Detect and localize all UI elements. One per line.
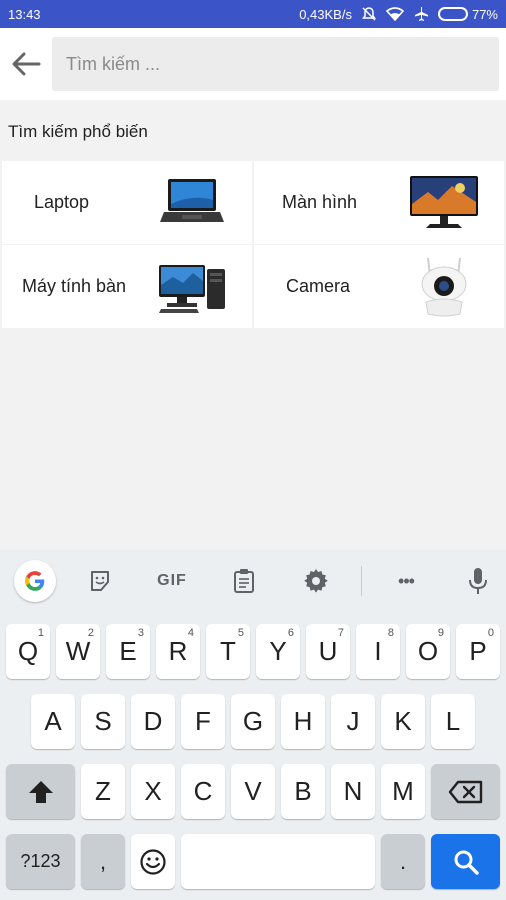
key-y[interactable]: Y6 xyxy=(256,624,300,679)
key-o[interactable]: O9 xyxy=(406,624,450,679)
desktop-pc-image xyxy=(156,257,228,317)
google-button[interactable] xyxy=(14,560,56,602)
key-v[interactable]: V xyxy=(231,764,275,819)
emoji-key[interactable] xyxy=(131,834,175,889)
gear-icon xyxy=(304,569,328,593)
battery-icon: 77% xyxy=(437,6,498,22)
emoji-icon xyxy=(140,848,166,875)
search-input[interactable] xyxy=(66,53,499,75)
item-label: Camera xyxy=(286,276,351,296)
sticker-button[interactable] xyxy=(80,561,120,601)
google-icon xyxy=(25,571,45,591)
key-q[interactable]: Q1 xyxy=(6,624,50,679)
key-j[interactable]: J xyxy=(331,694,375,749)
airplane-icon xyxy=(413,6,429,22)
key-s[interactable]: S xyxy=(81,694,125,749)
popular-searches: Tìm kiếm phổ biến Laptop Màn hình Máy tí… xyxy=(0,106,506,330)
key-i[interactable]: I8 xyxy=(356,624,400,679)
gif-button[interactable]: GIF xyxy=(150,561,194,601)
wifi-icon xyxy=(385,7,404,21)
key-l[interactable]: L xyxy=(431,694,475,749)
key-m[interactable]: M xyxy=(381,764,425,819)
search-box[interactable] xyxy=(52,37,499,91)
settings-button[interactable] xyxy=(296,561,336,601)
key-f[interactable]: F xyxy=(181,694,225,749)
backspace-key[interactable] xyxy=(431,764,500,819)
toolbar-divider xyxy=(361,566,362,596)
gif-label: GIF xyxy=(157,572,187,589)
status-icons: 0,43KB/s 77% xyxy=(299,6,498,22)
clipboard-icon xyxy=(234,569,254,593)
item-label: Màn hình xyxy=(282,192,358,212)
key-d[interactable]: D xyxy=(131,694,175,749)
item-label: Máy tính bàn xyxy=(22,276,127,296)
clipboard-button[interactable] xyxy=(224,561,264,601)
search-header xyxy=(0,28,506,100)
arrow-left-icon xyxy=(12,52,41,76)
shift-key[interactable] xyxy=(6,764,75,819)
section-title: Tìm kiếm phổ biến xyxy=(8,122,148,141)
key-k[interactable]: K xyxy=(381,694,425,749)
soft-keyboard: GIF ••• Q 1 W 2 E 3 R 4 T 5 Y 6 U 7 I 8 … xyxy=(0,550,506,900)
item-label: Laptop xyxy=(34,192,90,212)
popular-item-monitor[interactable]: Màn hình xyxy=(254,161,504,244)
mic-icon xyxy=(469,568,487,594)
key-z[interactable]: Z xyxy=(81,764,125,819)
key-g[interactable]: G xyxy=(231,694,275,749)
search-icon xyxy=(454,850,479,875)
shift-icon xyxy=(28,780,53,803)
popular-item-desktop-pc[interactable]: Máy tính bàn xyxy=(2,245,252,328)
popular-grid: Laptop Màn hình Máy tính bàn Camera xyxy=(2,161,504,328)
key-a[interactable]: A xyxy=(31,694,75,749)
sticker-icon xyxy=(91,571,109,591)
key-c[interactable]: C xyxy=(181,764,225,819)
key-t[interactable]: T5 xyxy=(206,624,250,679)
key-b[interactable]: B xyxy=(281,764,325,819)
search-action-key[interactable] xyxy=(431,834,500,889)
key-r[interactable]: R4 xyxy=(156,624,200,679)
key-x[interactable]: X xyxy=(131,764,175,819)
network-speed: 0,43KB/s xyxy=(299,6,352,22)
laptop-image xyxy=(156,173,228,233)
key-p[interactable]: P0 xyxy=(456,624,500,679)
security-camera-image xyxy=(408,257,480,317)
status-time: 13:43 xyxy=(8,6,41,22)
popular-item-camera[interactable]: Camera xyxy=(254,245,504,328)
period-key[interactable]: . xyxy=(381,834,425,889)
popular-item-laptop[interactable]: Laptop xyxy=(2,161,252,244)
more-button[interactable]: ••• xyxy=(386,561,426,601)
key-e[interactable]: E3 xyxy=(106,624,150,679)
key-u[interactable]: U7 xyxy=(306,624,350,679)
monitor-image xyxy=(408,173,480,233)
backspace-icon xyxy=(448,780,482,803)
back-button[interactable] xyxy=(0,28,52,100)
key-w[interactable]: W2 xyxy=(56,624,100,679)
comma-key[interactable]: , xyxy=(81,834,125,889)
space-key[interactable] xyxy=(181,834,375,889)
voice-input-button[interactable] xyxy=(458,561,498,601)
battery-percent: 77% xyxy=(471,6,498,22)
key-n[interactable]: N xyxy=(331,764,375,819)
status-bar: 13:43 0,43KB/s 77% xyxy=(0,0,506,28)
symbols-key[interactable]: ?123 xyxy=(6,834,75,889)
keyboard-toolbar: GIF ••• xyxy=(0,550,506,612)
mute-icon xyxy=(361,6,377,22)
more-icon: ••• xyxy=(398,570,415,591)
key-h[interactable]: H xyxy=(281,694,325,749)
